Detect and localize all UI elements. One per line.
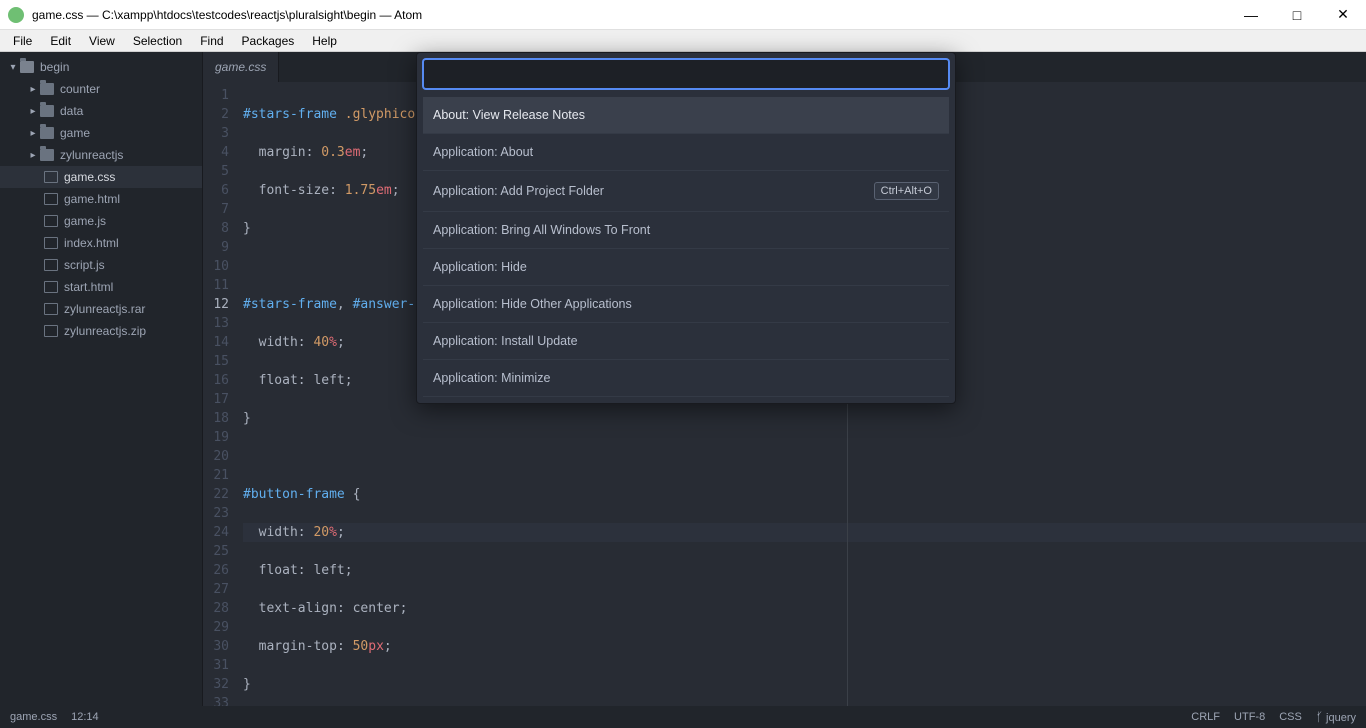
file-icon — [44, 171, 58, 183]
palette-item-label: Application: About — [433, 145, 533, 159]
tree-file-zylunreactjs-zip[interactable]: zylunreactjs.zip — [0, 320, 202, 342]
folder-icon — [20, 61, 34, 73]
tree-file-game-css[interactable]: game.css — [0, 166, 202, 188]
project-tree[interactable]: ▾ begin ▸ counter ▸ data ▸ game ▸ zylunr… — [0, 52, 203, 706]
menu-find[interactable]: Find — [191, 32, 232, 50]
palette-item[interactable]: Application: Install Update — [423, 323, 949, 360]
tree-file-label: script.js — [64, 258, 105, 272]
tree-file-label: start.html — [64, 280, 113, 294]
chevron-right-icon: ▸ — [28, 106, 38, 117]
folder-icon — [40, 127, 54, 139]
menu-selection[interactable]: Selection — [124, 32, 191, 50]
palette-item[interactable]: Application: Hide — [423, 249, 949, 286]
tree-file-label: zylunreactjs.zip — [64, 324, 146, 338]
palette-item-label: Application: Install Update — [433, 334, 578, 348]
tab-game-css[interactable]: game.css — [203, 52, 279, 82]
tree-folder-label: data — [60, 104, 83, 118]
palette-item-label: Application: Minimize — [433, 371, 550, 385]
status-git-branch[interactable]: jquery — [1316, 710, 1356, 724]
tree-folder-game[interactable]: ▸ game — [0, 122, 202, 144]
tree-folder-zylunreactjs[interactable]: ▸ zylunreactjs — [0, 144, 202, 166]
tree-file-zylunreactjs-rar[interactable]: zylunreactjs.rar — [0, 298, 202, 320]
tree-folder-label: zylunreactjs — [60, 148, 123, 162]
atom-app-icon — [8, 7, 24, 23]
file-icon — [44, 237, 58, 249]
folder-icon — [40, 149, 54, 161]
menu-view[interactable]: View — [80, 32, 124, 50]
file-icon — [44, 281, 58, 293]
palette-item-label: Application: Add Project Folder — [433, 184, 604, 198]
tree-file-label: game.html — [64, 192, 120, 206]
command-palette-list[interactable]: About: View Release Notes Application: A… — [423, 97, 949, 397]
palette-item-label: Application: Hide Other Applications — [433, 297, 632, 311]
file-icon — [44, 303, 58, 315]
palette-item[interactable]: Application: Hide Other Applications — [423, 286, 949, 323]
tree-root-label: begin — [40, 60, 69, 74]
window-minimize-button[interactable]: ― — [1228, 0, 1274, 30]
palette-item[interactable]: Application: Minimize — [423, 360, 949, 397]
tree-file-index-html[interactable]: index.html — [0, 232, 202, 254]
git-branch-icon — [1316, 712, 1326, 724]
palette-item-shortcut: Ctrl+Alt+O — [874, 182, 939, 200]
menu-bar: File Edit View Selection Find Packages H… — [0, 30, 1366, 52]
palette-item[interactable]: Application: About — [423, 134, 949, 171]
menu-edit[interactable]: Edit — [41, 32, 80, 50]
status-file[interactable]: game.css — [10, 711, 57, 723]
line-number-gutter: 12345 678910 1112131415 1617181920 21222… — [203, 82, 237, 706]
menu-packages[interactable]: Packages — [233, 32, 304, 50]
file-icon — [44, 325, 58, 337]
palette-item-label: About: View Release Notes — [433, 108, 585, 122]
tree-folder-label: counter — [60, 82, 100, 96]
window-title: game.css — C:\xampp\htdocs\testcodes\rea… — [32, 8, 1228, 22]
tree-file-label: game.css — [64, 170, 115, 184]
chevron-right-icon: ▸ — [28, 128, 38, 139]
palette-item[interactable]: Application: Bring All Windows To Front — [423, 212, 949, 249]
tree-file-game-js[interactable]: game.js — [0, 210, 202, 232]
window-maximize-button[interactable]: □ — [1274, 0, 1320, 30]
window-close-button[interactable]: ✕ — [1320, 0, 1366, 30]
tree-folder-counter[interactable]: ▸ counter — [0, 78, 202, 100]
tab-label: game.css — [215, 60, 266, 74]
tree-root-folder[interactable]: ▾ begin — [0, 56, 202, 78]
tree-file-script-js[interactable]: script.js — [0, 254, 202, 276]
tree-file-label: index.html — [64, 236, 119, 250]
window-titlebar: game.css — C:\xampp\htdocs\testcodes\rea… — [0, 0, 1366, 30]
folder-icon — [40, 83, 54, 95]
chevron-down-icon: ▾ — [8, 62, 18, 73]
file-icon — [44, 193, 58, 205]
palette-item-label: Application: Bring All Windows To Front — [433, 223, 650, 237]
status-branch-label: jquery — [1326, 712, 1356, 724]
menu-help[interactable]: Help — [303, 32, 346, 50]
file-icon — [44, 259, 58, 271]
file-icon — [44, 215, 58, 227]
status-bar: game.css 12:14 CRLF UTF-8 CSS jquery — [0, 706, 1366, 728]
window-controls: ― □ ✕ — [1228, 0, 1366, 30]
status-eol[interactable]: CRLF — [1191, 711, 1220, 723]
tree-folder-label: game — [60, 126, 90, 140]
chevron-right-icon: ▸ — [28, 150, 38, 161]
command-palette: About: View Release Notes Application: A… — [416, 52, 956, 404]
palette-item[interactable]: About: View Release Notes — [423, 97, 949, 134]
status-cursor[interactable]: 12:14 — [71, 711, 99, 723]
status-encoding[interactable]: UTF-8 — [1234, 711, 1265, 723]
tree-file-label: game.js — [64, 214, 106, 228]
palette-item-label: Application: Hide — [433, 260, 527, 274]
menu-file[interactable]: File — [4, 32, 41, 50]
status-grammar[interactable]: CSS — [1279, 711, 1302, 723]
tree-file-game-html[interactable]: game.html — [0, 188, 202, 210]
chevron-right-icon: ▸ — [28, 84, 38, 95]
command-palette-input[interactable] — [423, 59, 949, 89]
tree-folder-data[interactable]: ▸ data — [0, 100, 202, 122]
tree-file-start-html[interactable]: start.html — [0, 276, 202, 298]
folder-icon — [40, 105, 54, 117]
palette-item[interactable]: Application: Add Project Folder Ctrl+Alt… — [423, 171, 949, 212]
tree-file-label: zylunreactjs.rar — [64, 302, 145, 316]
